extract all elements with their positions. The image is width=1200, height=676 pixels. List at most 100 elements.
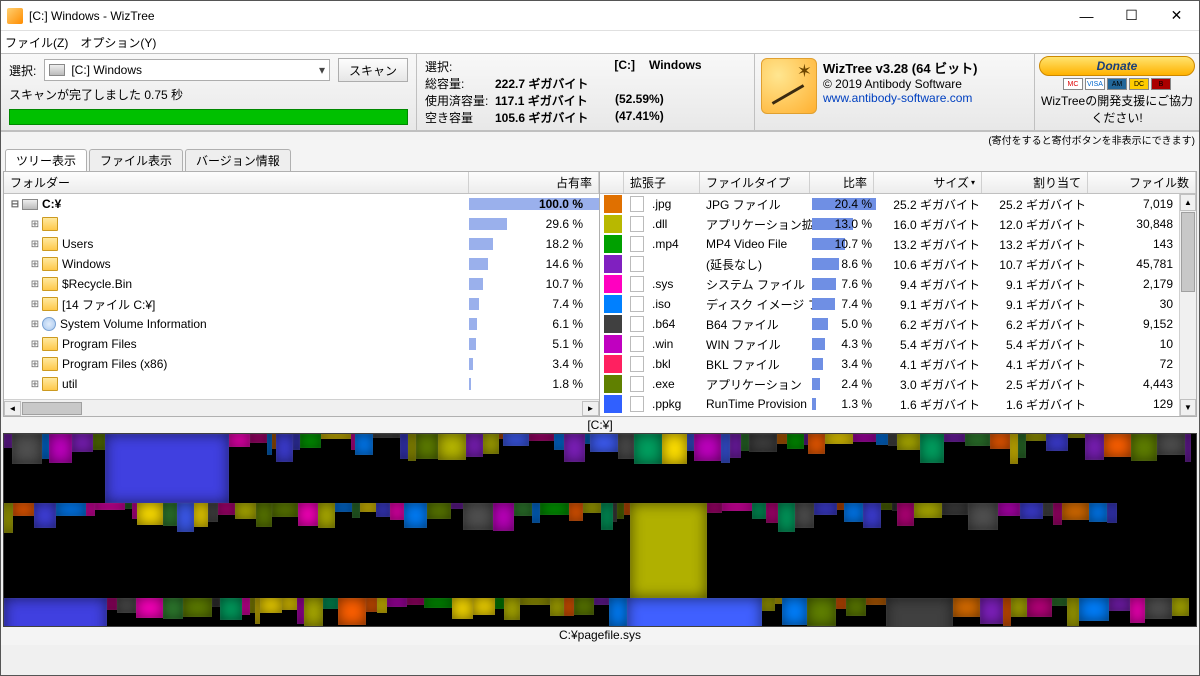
treemap-rect[interactable] — [416, 434, 438, 459]
treemap-rect[interactable] — [297, 598, 304, 624]
treemap-rect[interactable] — [569, 503, 583, 521]
treemap-rect[interactable] — [863, 503, 881, 528]
treemap-rect[interactable] — [564, 598, 574, 616]
treemap-rect[interactable] — [968, 503, 998, 530]
treemap-rect[interactable] — [352, 503, 360, 518]
ext-row[interactable]: .exeアプリケーション2.4 %3.0 ギガバイト2.5 ギガバイト4,443 — [600, 374, 1179, 394]
tree-col-folder[interactable]: フォルダー — [4, 172, 469, 193]
treemap-rect[interactable] — [942, 503, 968, 515]
treemap-rect[interactable] — [163, 503, 177, 526]
treemap-rect[interactable] — [1107, 503, 1117, 523]
expander-icon[interactable]: ⊞ — [28, 379, 42, 390]
treemap-rect[interactable] — [366, 598, 376, 612]
treemap-rect[interactable] — [355, 434, 373, 455]
expander-icon[interactable]: ⊟ — [8, 199, 22, 210]
treemap-rect[interactable] — [377, 598, 387, 612]
tree-row[interactable]: ⊞ 29.6 % — [4, 214, 599, 234]
treemap-rect[interactable] — [298, 503, 318, 526]
treemap-rect[interactable] — [1062, 503, 1089, 520]
treemap-rect[interactable] — [1104, 434, 1131, 457]
treemap-rect[interactable] — [95, 503, 124, 510]
treemap-rect[interactable] — [920, 434, 944, 463]
treemap-rect[interactable] — [721, 434, 731, 463]
ext-row[interactable]: .b64B64 ファイル5.0 %6.2 ギガバイト6.2 ギガバイト9,152 — [600, 314, 1179, 334]
treemap-rect[interactable] — [564, 434, 585, 462]
treemap-rect[interactable] — [897, 503, 914, 526]
treemap-rect[interactable] — [495, 598, 504, 609]
treemap-rect[interactable] — [408, 434, 416, 461]
treemap-rect[interactable] — [574, 598, 594, 614]
tree-h-scrollbar[interactable]: ◄► — [4, 399, 599, 416]
tab-version[interactable]: バージョン情報 — [185, 149, 291, 171]
treemap-rect[interactable] — [886, 598, 953, 627]
treemap-rect[interactable] — [360, 503, 376, 512]
treemap-rect[interactable] — [390, 503, 404, 520]
treemap-rect[interactable] — [514, 503, 531, 516]
treemap-rect[interactable] — [136, 598, 163, 618]
treemap-rect[interactable] — [1185, 434, 1191, 462]
treemap-rect[interactable] — [837, 503, 845, 510]
treemap-rect[interactable] — [12, 434, 42, 464]
ext-row[interactable]: .jpgJPG ファイル20.4 %25.2 ギガバイト25.2 ギガバイト7,… — [600, 194, 1179, 214]
treemap-rect[interactable] — [853, 434, 875, 442]
treemap-rect[interactable] — [318, 503, 336, 527]
treemap-rect[interactable] — [4, 598, 107, 627]
treemap-rect[interactable] — [1172, 598, 1189, 616]
treemap-rect[interactable] — [778, 503, 795, 532]
treemap-rect[interactable] — [300, 434, 321, 448]
treemap-rect[interactable] — [212, 598, 220, 606]
treemap-rect[interactable] — [953, 598, 980, 617]
ext-row[interactable]: (延長なし)8.6 %10.6 ギガバイト10.7 ギガバイト45,781 — [600, 254, 1179, 274]
treemap-rect[interactable] — [687, 434, 695, 451]
expander-icon[interactable]: ⊞ — [28, 239, 42, 250]
treemap-rect[interactable] — [504, 598, 520, 620]
treemap-rect[interactable] — [452, 598, 473, 619]
treemap-rect[interactable] — [1018, 434, 1026, 458]
treemap-rect[interactable] — [1109, 598, 1130, 611]
expander-icon[interactable]: ⊞ — [28, 299, 42, 310]
treemap-rect[interactable] — [1020, 503, 1043, 519]
treemap-rect[interactable] — [72, 434, 94, 452]
treemap-rect[interactable] — [1052, 598, 1067, 605]
ext-row[interactable]: .isoディスク イメージ ファ7.4 %9.1 ギガバイト9.1 ギガバイト3… — [600, 294, 1179, 314]
ext-row[interactable]: .mp4MP4 Video File10.7 %13.2 ギガバイト13.2 ギ… — [600, 234, 1179, 254]
treemap-rect[interactable] — [125, 503, 133, 509]
treemap-rect[interactable] — [473, 598, 495, 615]
treemap-rect[interactable] — [722, 503, 752, 511]
ext-row[interactable]: .dllアプリケーション拡張13.0 %16.0 ギガバイト12.0 ギガバイト… — [600, 214, 1179, 234]
treemap-rect[interactable] — [1010, 434, 1018, 464]
treemap-rect[interactable] — [373, 434, 401, 438]
treemap-rect[interactable] — [503, 434, 529, 446]
treemap-rect[interactable] — [1026, 434, 1046, 441]
treemap-rect[interactable] — [1079, 598, 1109, 620]
treemap-rect[interactable] — [752, 503, 766, 518]
treemap-rect[interactable] — [1068, 434, 1085, 438]
treemap-rect[interactable] — [4, 434, 12, 448]
tree-row[interactable]: ⊞[14 ファイル C:¥]7.4 % — [4, 294, 599, 314]
treemap-rect[interactable] — [242, 598, 251, 615]
treemap-rect[interactable] — [795, 503, 814, 528]
treemap-rect[interactable] — [965, 434, 990, 446]
treemap-rect[interactable] — [1003, 598, 1011, 626]
treemap-rect[interactable] — [730, 434, 740, 458]
tree-row[interactable]: ⊞Program Files (x86)3.4 % — [4, 354, 599, 374]
treemap-rect[interactable] — [424, 598, 452, 608]
treemap-rect[interactable] — [250, 434, 267, 443]
tab-tree[interactable]: ツリー表示 — [5, 149, 87, 171]
minimize-button[interactable]: — — [1064, 1, 1109, 31]
treemap-rect[interactable] — [1067, 598, 1079, 627]
treemap-rect[interactable] — [529, 434, 554, 441]
donate-button[interactable]: Donate — [1039, 56, 1195, 76]
expander-icon[interactable]: ⊞ — [28, 319, 42, 330]
treemap-rect[interactable] — [749, 434, 777, 452]
treemap-rect[interactable] — [218, 503, 235, 515]
treemap-rect[interactable] — [49, 434, 72, 463]
treemap-rect[interactable] — [777, 434, 787, 444]
ext-row[interactable]: .winWIN ファイル4.3 %5.4 ギガバイト5.4 ギガバイト10 — [600, 334, 1179, 354]
treemap-rect[interactable] — [846, 598, 866, 616]
treemap-rect[interactable] — [400, 434, 408, 459]
treemap-rect[interactable] — [93, 434, 104, 450]
tree-row[interactable]: ⊟C:¥100.0 % — [4, 194, 599, 214]
treemap-rect[interactable] — [1046, 434, 1068, 451]
ext-v-scrollbar[interactable]: ▲▼ — [1179, 194, 1196, 416]
